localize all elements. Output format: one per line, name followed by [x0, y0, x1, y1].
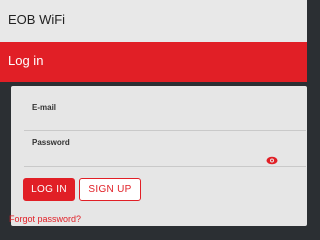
eye-icon[interactable] — [266, 152, 278, 165]
login-button[interactable]: LOG IN — [23, 178, 75, 201]
email-field[interactable] — [24, 114, 306, 130]
app-title: EOB WiFi — [8, 12, 66, 27]
password-label: Password — [32, 138, 70, 147]
app-header: EOB WiFi — [0, 0, 307, 42]
login-section-header: Log in — [0, 42, 307, 82]
signup-button[interactable]: SIGN UP — [79, 178, 141, 201]
email-underline — [24, 130, 306, 131]
password-underline — [24, 166, 306, 167]
password-field[interactable] — [24, 148, 264, 164]
section-title: Log in — [8, 53, 44, 68]
email-label: E-mail — [32, 103, 57, 112]
forgot-password-link[interactable]: Forgot password? — [9, 214, 81, 224]
login-form: E-mail Password LOG IN SIGN UP — [11, 86, 307, 226]
